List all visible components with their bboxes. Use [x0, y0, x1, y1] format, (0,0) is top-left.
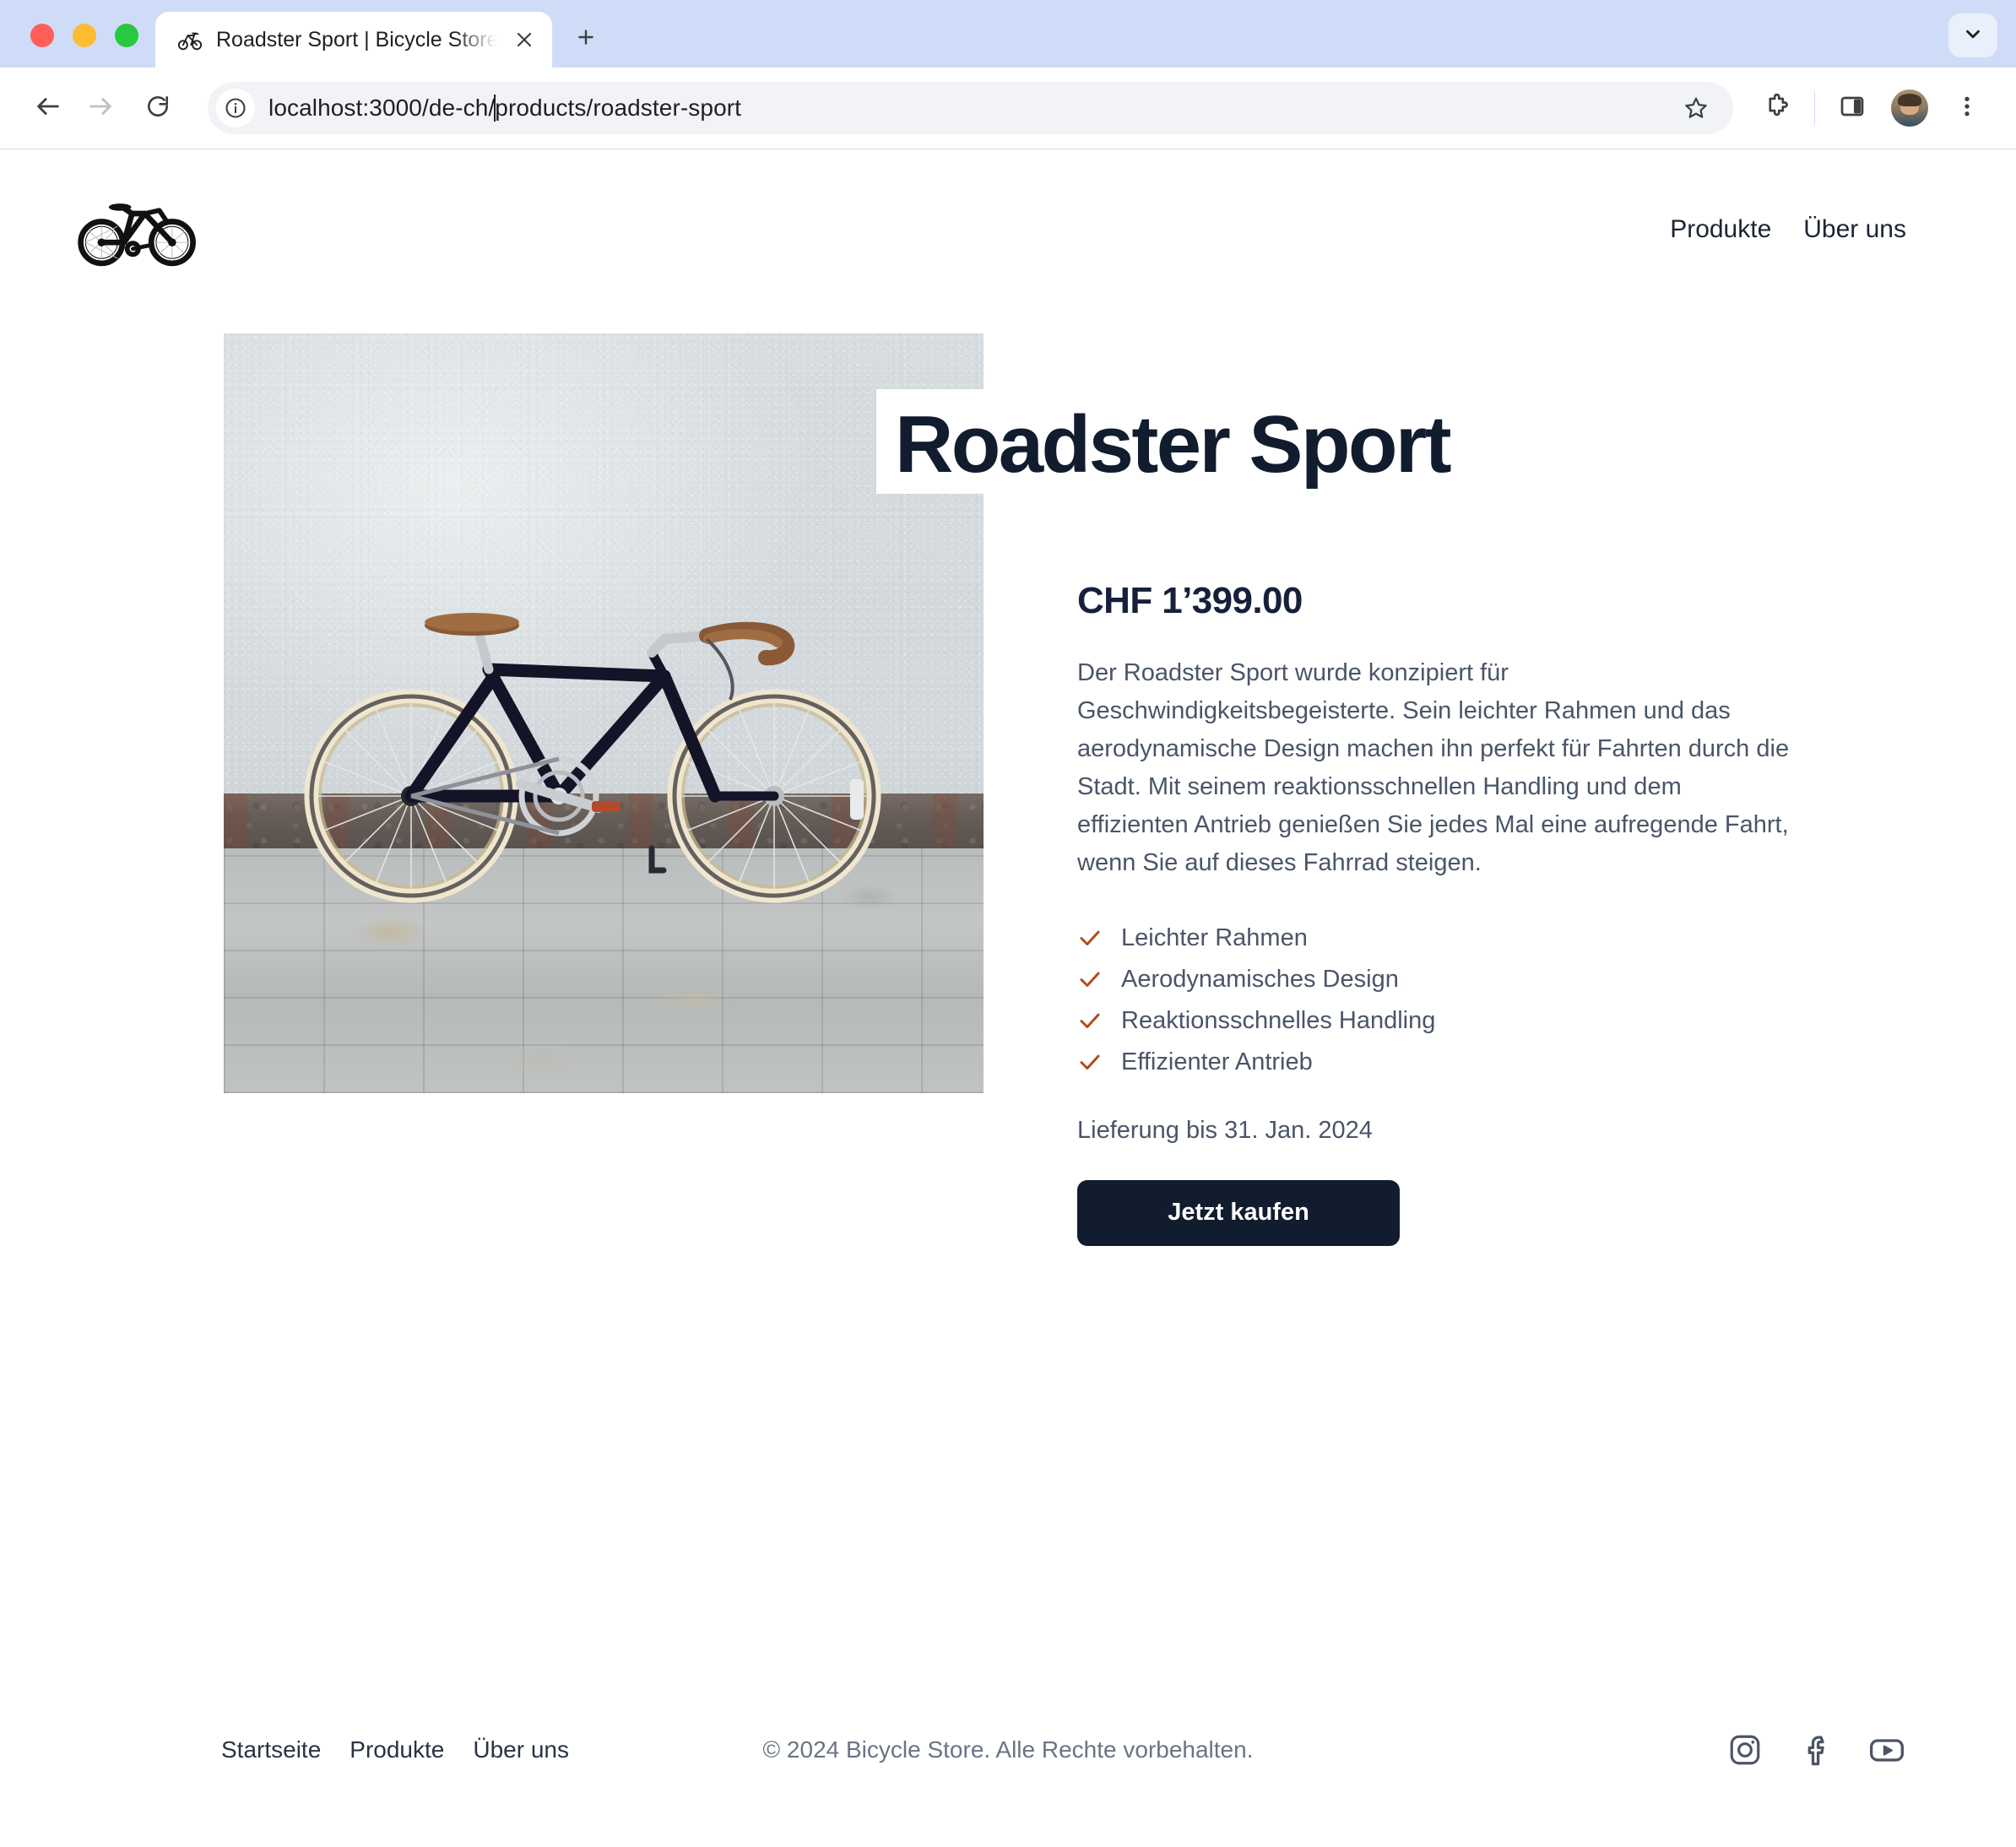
footer-link-startseite[interactable]: Startseite [221, 1736, 321, 1763]
close-tab-button[interactable] [508, 24, 540, 56]
bookmark-star-icon[interactable] [1677, 89, 1715, 127]
bicycle-logo[interactable] [74, 187, 203, 272]
check-icon [1077, 925, 1103, 951]
list-item: Aerodynamisches Design [1077, 959, 1803, 1000]
footer-link-ueber-uns[interactable]: Über uns [473, 1736, 569, 1763]
minimize-window-button[interactable] [73, 24, 96, 47]
youtube-icon[interactable] [1867, 1731, 1906, 1769]
three-dot-menu-icon [1954, 94, 1980, 123]
new-tab-button[interactable] [567, 19, 604, 56]
extensions-button[interactable] [1752, 83, 1802, 133]
reload-button[interactable] [132, 82, 184, 134]
site-header: Produkte Über uns [0, 149, 2016, 284]
close-window-button[interactable] [30, 24, 54, 47]
product-price: CHF 1’399.00 [1077, 580, 1303, 621]
avatar[interactable] [1891, 89, 1928, 127]
check-icon [1077, 967, 1103, 992]
list-item: Effizienter Antrieb [1077, 1042, 1803, 1083]
maximize-window-button[interactable] [115, 24, 138, 47]
chevron-down-icon [1962, 23, 1984, 49]
product-info: CHF 1’399.00 Der Roadster Sport wurde ko… [1077, 580, 1803, 1246]
browser-tab[interactable]: Roadster Sport | Bicycle Store [155, 12, 552, 68]
toolbar-divider [1814, 91, 1815, 125]
check-icon [1077, 1049, 1103, 1075]
footer-link-produkte[interactable]: Produkte [350, 1736, 444, 1763]
product-section: Roadster Sport CHF 1’399.00 Der Roadster… [0, 333, 2016, 1313]
browser-toolbar: localhost:3000/de-ch/products/roadster-s… [0, 68, 2016, 149]
side-panel-icon [1839, 93, 1866, 124]
feature-label: Reaktionsschnelles Handling [1121, 1006, 1436, 1034]
page-title: Roadster Sport [895, 399, 1452, 490]
feature-label: Aerodynamisches Design [1121, 965, 1399, 993]
url-text: localhost:3000/de-ch/products/roadster-s… [268, 95, 741, 122]
side-panel-button[interactable] [1827, 83, 1878, 133]
browser-menu-button[interactable] [1942, 83, 1992, 133]
forward-arrow-icon [86, 92, 115, 125]
main-nav: Produkte Über uns [1670, 215, 1906, 244]
reload-icon [144, 93, 171, 124]
back-arrow-icon [34, 92, 62, 125]
nav-link-produkte[interactable]: Produkte [1670, 215, 1771, 244]
social-links [1726, 1731, 1906, 1769]
address-bar[interactable]: localhost:3000/de-ch/products/roadster-s… [208, 82, 1733, 134]
facebook-icon[interactable] [1797, 1731, 1835, 1769]
feature-label: Leichter Rahmen [1121, 924, 1308, 951]
list-item: Leichter Rahmen [1077, 918, 1803, 959]
delivery-info: Lieferung bis 31. Jan. 2024 [1077, 1116, 1373, 1144]
footer-nav: Startseite Produkte Über uns [221, 1736, 569, 1763]
info-circle-icon[interactable] [216, 89, 255, 127]
url-before-caret: localhost:3000/de-ch/ [268, 95, 496, 121]
page-content: Produkte Über uns Roadster Sport CHF 1’3… [0, 149, 2016, 1847]
product-title-block: Roadster Sport [876, 389, 1472, 494]
tab-search-button[interactable] [1948, 14, 1997, 57]
product-description: Der Roadster Sport wurde konzipiert für … [1077, 659, 1790, 876]
copyright-text: © 2024 Bicycle Store. Alle Rechte vorbeh… [762, 1736, 1254, 1763]
feature-label: Effizienter Antrieb [1121, 1048, 1313, 1075]
product-feature-list: Leichter Rahmen Aerodynamisches Design R… [1077, 918, 1803, 1083]
tab-strip: Roadster Sport | Bicycle Store [0, 0, 2016, 68]
product-image [224, 333, 984, 1093]
buy-now-button[interactable]: Jetzt kaufen [1077, 1179, 1400, 1246]
tab-title: Roadster Sport | Bicycle Store [216, 27, 496, 51]
browser-window: Roadster Sport | Bicycle Store localhost… [0, 0, 2016, 1847]
check-icon [1077, 1008, 1103, 1033]
nav-link-ueber-uns[interactable]: Über uns [1803, 215, 1906, 244]
instagram-icon[interactable] [1726, 1731, 1764, 1769]
puzzle-piece-icon [1763, 92, 1791, 125]
bicycle-favicon [176, 25, 204, 54]
site-footer: Startseite Produkte Über uns © 2024 Bicy… [0, 1653, 2016, 1847]
window-controls [0, 24, 138, 68]
back-button[interactable] [22, 82, 74, 134]
list-item: Reaktionsschnelles Handling [1077, 1000, 1803, 1042]
url-after-caret: products/roadster-sport [495, 95, 742, 121]
bicycle-photo-illustration [304, 613, 881, 903]
forward-button[interactable] [74, 82, 127, 134]
